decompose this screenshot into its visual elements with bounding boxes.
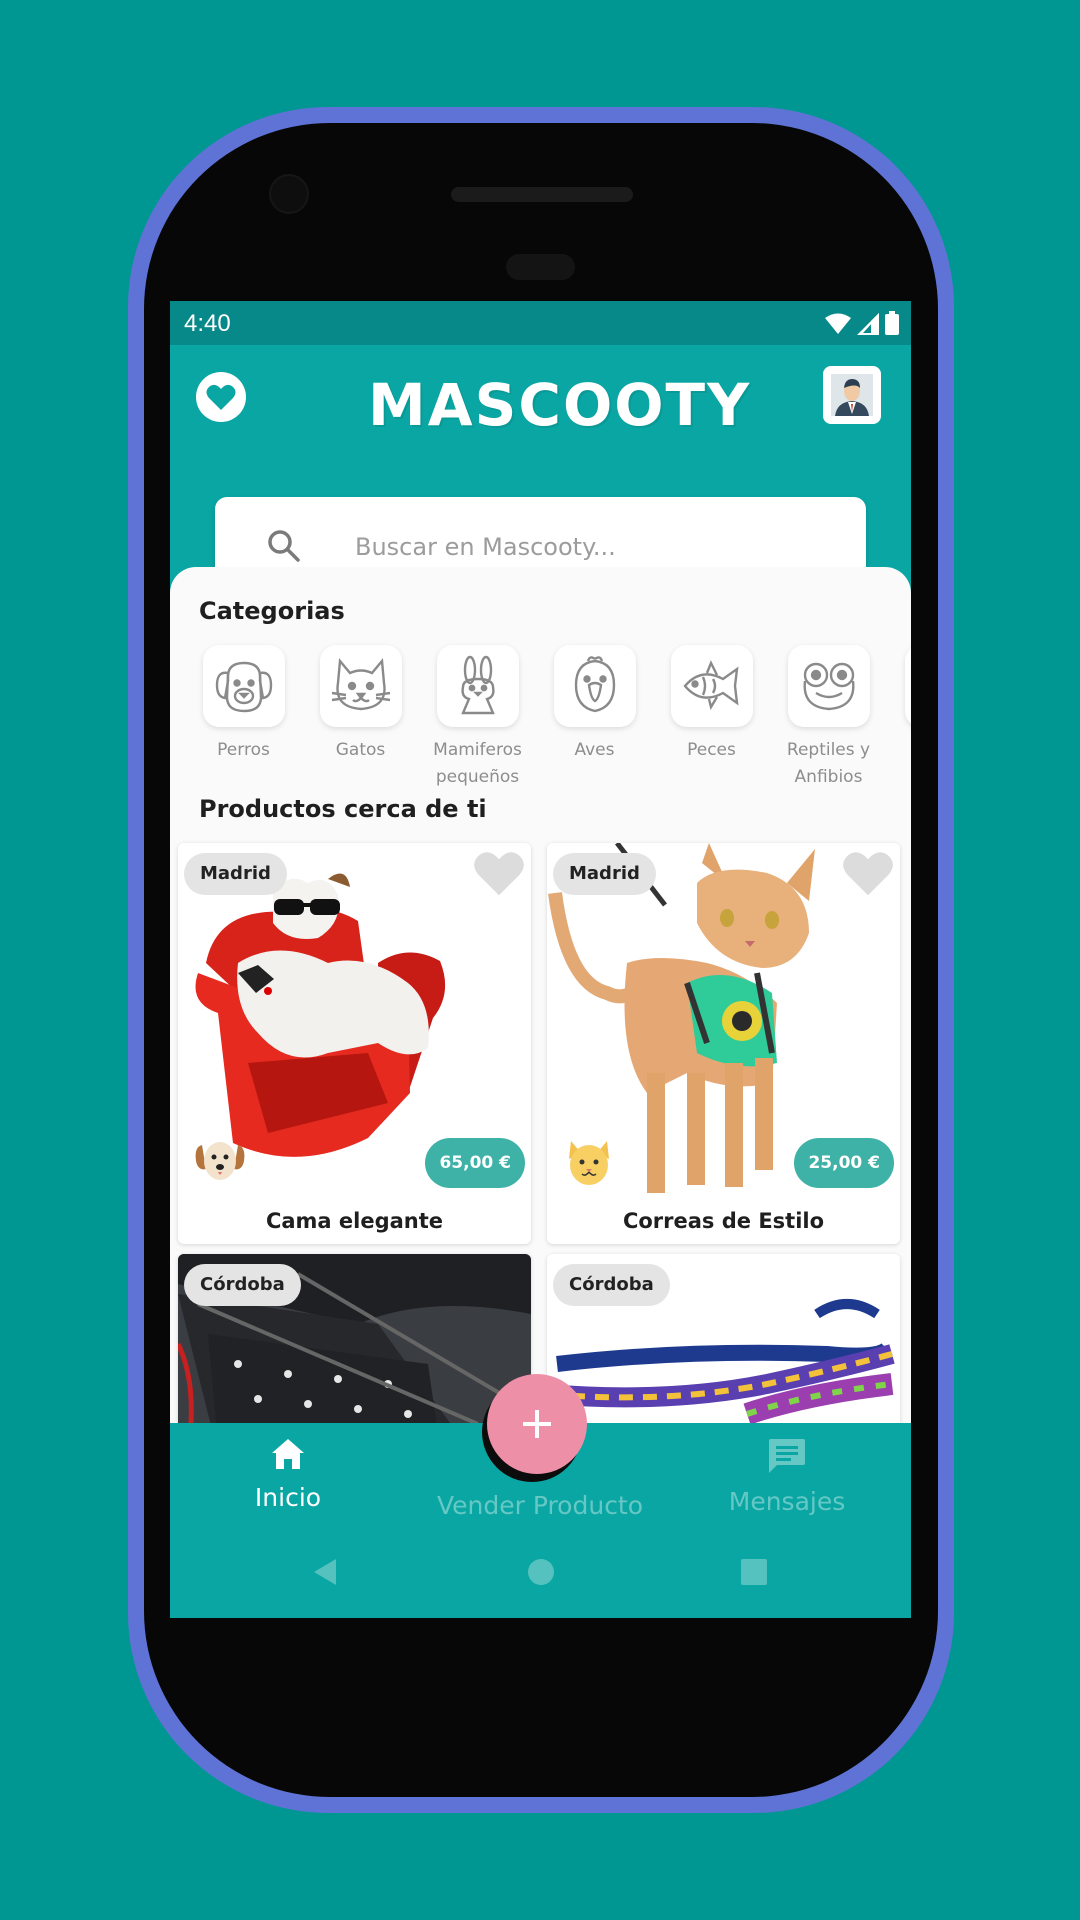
product-card[interactable]: Madrid 65,00 € Cama elegante bbox=[178, 843, 531, 1244]
categories-title: Categorias bbox=[199, 597, 345, 625]
category-peces[interactable]: Peces bbox=[653, 645, 770, 764]
frog-icon bbox=[803, 662, 854, 711]
nav-messages[interactable]: Mensajes bbox=[667, 1437, 907, 1516]
signal-icon bbox=[857, 313, 879, 335]
category-tile[interactable] bbox=[670, 645, 753, 727]
battery-icon bbox=[885, 311, 899, 335]
category-tile[interactable] bbox=[553, 645, 636, 727]
category-tile[interactable] bbox=[202, 645, 285, 727]
category-label: Perros bbox=[217, 740, 270, 760]
category-tile[interactable] bbox=[904, 645, 911, 727]
nav-home-label: Inicio bbox=[254, 1483, 322, 1512]
rabbit-icon bbox=[460, 655, 495, 715]
category-mamiferos-pequenos[interactable]: Mamiferos pequeños bbox=[419, 645, 536, 791]
category-tile[interactable] bbox=[436, 645, 519, 727]
nav-home[interactable]: Inicio bbox=[170, 1437, 408, 1512]
app-logo: MASCOOTY bbox=[368, 371, 752, 439]
category-label: In bbox=[887, 737, 911, 764]
user-avatar-icon bbox=[831, 374, 873, 416]
product-card[interactable]: Madrid 25,00 € Correas de Estilo bbox=[547, 843, 900, 1244]
location-badge: Córdoba bbox=[184, 1264, 301, 1306]
bird-icon bbox=[574, 656, 615, 713]
category-tile[interactable] bbox=[319, 645, 402, 727]
favorite-heart-icon[interactable] bbox=[842, 849, 894, 897]
chat-icon bbox=[769, 1439, 805, 1473]
product-title: Correas de Estilo bbox=[622, 1209, 825, 1233]
favorites-button[interactable] bbox=[196, 372, 246, 422]
category-aves[interactable]: Aves bbox=[536, 645, 653, 764]
home-icon bbox=[272, 1439, 304, 1469]
status-time: 4:40 bbox=[184, 310, 231, 337]
categories-list[interactable]: Perros Gatos Mamiferos pequeños Aves Pec… bbox=[200, 645, 911, 805]
home-circle-icon[interactable] bbox=[527, 1558, 555, 1586]
app-header: MASCOOTY bbox=[170, 345, 911, 597]
category-reptiles-anfibios[interactable]: Reptiles y Anfibios bbox=[770, 645, 887, 791]
earpiece-speaker bbox=[451, 187, 633, 202]
category-insectos[interactable]: In bbox=[887, 645, 911, 764]
status-icons bbox=[825, 311, 899, 335]
category-label: Reptiles y Anfibios bbox=[786, 740, 871, 787]
sell-product-fab[interactable] bbox=[487, 1374, 587, 1474]
search-icon bbox=[268, 530, 300, 562]
dog-icon bbox=[215, 661, 272, 713]
product-title: Cama elegante bbox=[265, 1209, 444, 1233]
fish-icon bbox=[682, 660, 739, 711]
recents-icon[interactable] bbox=[740, 1558, 768, 1586]
cat-face-icon bbox=[569, 1141, 609, 1185]
products-title: Productos cerca de ti bbox=[199, 795, 487, 823]
dog-face-icon bbox=[195, 1142, 245, 1180]
status-bar: 4:40 bbox=[170, 301, 911, 345]
location-badge: Madrid bbox=[184, 853, 287, 895]
cat-icon bbox=[331, 658, 390, 711]
category-gatos[interactable]: Gatos bbox=[302, 645, 419, 764]
price-badge: 65,00 € bbox=[425, 1138, 525, 1188]
proximity-sensor bbox=[506, 254, 575, 280]
search-input[interactable] bbox=[355, 525, 835, 569]
back-icon[interactable] bbox=[312, 1557, 338, 1587]
nav-messages-label: Mensajes bbox=[728, 1487, 846, 1516]
category-label: Mamiferos pequeños bbox=[433, 740, 522, 787]
front-camera bbox=[269, 174, 309, 214]
location-badge: Madrid bbox=[553, 853, 656, 895]
nav-sell[interactable]: Vender Producto bbox=[420, 1485, 660, 1520]
nav-sell-label: Vender Producto bbox=[436, 1491, 644, 1520]
profile-avatar-button[interactable] bbox=[823, 366, 881, 424]
category-perros[interactable]: Perros bbox=[185, 645, 302, 764]
category-label: Aves bbox=[574, 740, 615, 760]
favorite-heart-icon[interactable] bbox=[473, 849, 525, 897]
price-badge: 25,00 € bbox=[794, 1138, 894, 1188]
category-tile[interactable] bbox=[787, 645, 870, 727]
heart-icon bbox=[206, 384, 236, 410]
category-label: Gatos bbox=[335, 740, 386, 760]
location-badge: Córdoba bbox=[553, 1264, 670, 1306]
app-screen: 4:40 MASCOOTY Buscar en Mascooty... Cate… bbox=[170, 301, 911, 1618]
wifi-icon bbox=[825, 313, 851, 334]
category-label: Peces bbox=[687, 740, 736, 760]
plus-icon bbox=[523, 1410, 551, 1438]
system-navigation-bar bbox=[170, 1523, 911, 1618]
